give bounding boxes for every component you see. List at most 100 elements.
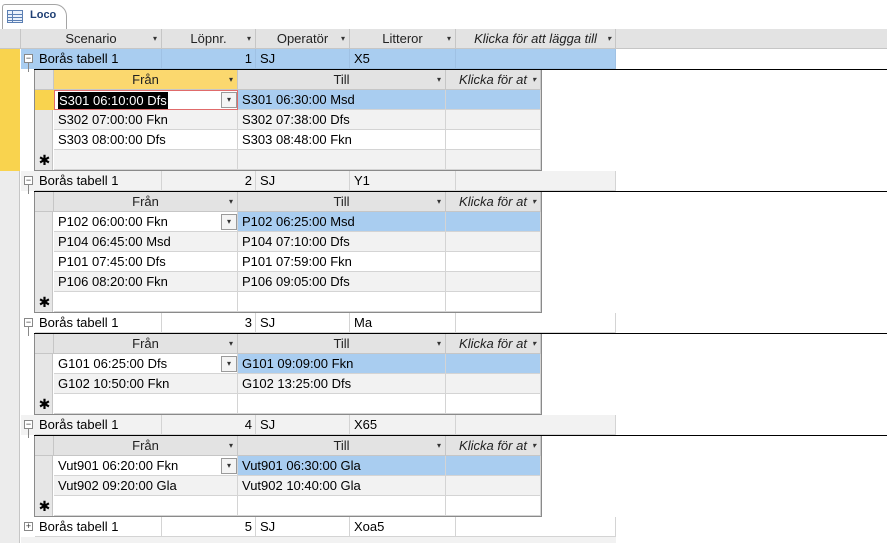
sort-dropdown-icon[interactable]: ▾ [447,29,451,48]
cell-litteror[interactable]: Y1 [350,171,456,191]
sort-dropdown-icon[interactable]: ▾ [437,70,441,89]
table-row[interactable] [21,537,616,543]
cell-operator[interactable]: SJ [256,49,350,69]
cell-lopnr[interactable]: 4 [162,415,256,435]
cell-till[interactable]: G101 09:09:00 Fkn [238,354,446,374]
new-record-icon[interactable]: ✱ [35,150,54,170]
sort-dropdown-icon[interactable]: ▾ [607,29,611,48]
cell-lopnr[interactable]: 1 [162,49,256,69]
column-header-scenario[interactable]: Scenario ▾ [21,29,162,49]
cell-till[interactable]: Vut901 06:30:00 Gla [238,456,446,476]
cell-add-new[interactable] [446,212,541,232]
cell-fran[interactable]: G101 06:25:00 Dfs [54,354,238,374]
cell-till[interactable]: G102 13:25:00 Dfs [238,374,446,394]
sort-dropdown-icon[interactable]: ▾ [532,436,536,455]
cell-add-new[interactable] [456,49,616,69]
cell-till[interactable]: S301 06:30:00 Msd [238,90,446,110]
cell-add-new[interactable] [446,252,541,272]
cell-add-new[interactable] [446,272,541,292]
cell-fran-editing[interactable]: S301 06:10:00 Dfs [54,90,238,110]
combo-dropdown-icon[interactable]: ▾ [221,356,237,372]
cell-add-new[interactable] [456,313,616,333]
collapse-icon[interactable]: − [24,318,33,327]
sub-column-header-fran[interactable]: Från ▾ [54,334,238,354]
new-row-cell[interactable] [54,394,238,414]
cell-add-new[interactable] [446,354,541,374]
sub-select-all-corner[interactable] [35,192,54,212]
cell-fran[interactable]: P101 07:45:00 Dfs [54,252,238,272]
sub-column-header-till[interactable]: Till ▾ [238,436,446,456]
sub-select-all-corner[interactable] [35,70,54,90]
column-header-operator[interactable]: Operatör ▾ [256,29,350,49]
new-row-cell[interactable] [54,292,238,312]
cell-till[interactable]: P102 06:25:00 Msd [238,212,446,232]
cell-fran[interactable]: P106 08:20:00 Fkn [54,272,238,292]
cell-lopnr[interactable]: 5 [162,517,256,537]
cell-operator[interactable]: SJ [256,313,350,333]
cell-fran[interactable]: S303 08:00:00 Dfs [54,130,238,150]
cell-add-new[interactable] [446,232,541,252]
cell-lopnr[interactable]: 2 [162,171,256,191]
sub-column-header-fran[interactable]: Från ▾ [54,192,238,212]
sub-column-header-till[interactable]: Till ▾ [238,70,446,90]
cell-scenario[interactable]: Borås tabell 1 [35,517,162,537]
column-header-litteror[interactable]: Litteror ▾ [350,29,456,49]
sub-column-header-fran[interactable]: Från ▾ [54,436,238,456]
cell-add-new[interactable] [446,476,541,496]
collapse-icon[interactable]: − [24,176,33,185]
cell-scenario[interactable]: Borås tabell 1 [35,49,162,69]
cell-scenario[interactable]: Borås tabell 1 [35,171,162,191]
new-record-icon[interactable]: ✱ [35,394,54,414]
cell-litteror[interactable]: X5 [350,49,456,69]
sort-dropdown-icon[interactable]: ▾ [229,334,233,353]
cell-add-new[interactable] [446,374,541,394]
cell-litteror[interactable]: X65 [350,415,456,435]
sort-dropdown-icon[interactable]: ▾ [532,70,536,89]
new-row-cell[interactable] [54,150,238,170]
new-row-cell[interactable] [238,496,446,516]
cell-add-new[interactable] [446,130,541,150]
sub-column-header-till[interactable]: Till ▾ [238,334,446,354]
cell-till[interactable]: Vut902 10:40:00 Gla [238,476,446,496]
cell-operator[interactable]: SJ [256,171,350,191]
new-record-icon[interactable]: ✱ [35,292,54,312]
sub-column-header-fran[interactable]: Från ▾ [54,70,238,90]
cell-till[interactable]: S302 07:38:00 Dfs [238,110,446,130]
new-row-cell[interactable] [238,150,446,170]
sub-column-header-add-new[interactable]: Klicka för at ▾ [446,436,541,456]
new-row-cell[interactable] [54,496,238,516]
cell-add-new[interactable] [446,110,541,130]
cell-add-new[interactable] [456,517,616,537]
cell-operator[interactable]: SJ [256,415,350,435]
new-record-icon[interactable]: ✱ [35,496,54,516]
sort-dropdown-icon[interactable]: ▾ [437,192,441,211]
cell-fran[interactable]: Vut901 06:20:00 Fkn [54,456,238,476]
cell-add-new[interactable] [456,171,616,191]
cell-fran[interactable]: P104 06:45:00 Msd [54,232,238,252]
sort-dropdown-icon[interactable]: ▾ [229,436,233,455]
collapse-icon[interactable]: − [24,54,33,63]
sort-dropdown-icon[interactable]: ▾ [247,29,251,48]
combo-dropdown-icon[interactable]: ▾ [221,92,237,108]
cell-till[interactable]: S303 08:48:00 Fkn [238,130,446,150]
cell-fran[interactable]: G102 10:50:00 Fkn [54,374,238,394]
cell-scenario[interactable]: Borås tabell 1 [35,415,162,435]
select-all-corner[interactable] [0,29,21,49]
new-row-cell[interactable] [238,292,446,312]
combo-dropdown-icon[interactable]: ▾ [221,458,237,474]
sub-select-all-corner[interactable] [35,436,54,456]
column-header-lopnr[interactable]: Löpnr. ▾ [162,29,256,49]
cell-till[interactable]: P104 07:10:00 Dfs [238,232,446,252]
cell-fran[interactable]: S302 07:00:00 Fkn [54,110,238,130]
cell-add-new[interactable] [446,456,541,476]
cell-till[interactable]: P106 09:05:00 Dfs [238,272,446,292]
sub-column-header-add-new[interactable]: Klicka för at ▾ [446,192,541,212]
cell-litteror[interactable]: Ma [350,313,456,333]
sort-dropdown-icon[interactable]: ▾ [532,334,536,353]
sort-dropdown-icon[interactable]: ▾ [341,29,345,48]
sort-dropdown-icon[interactable]: ▾ [229,192,233,211]
sub-select-all-corner[interactable] [35,334,54,354]
new-row-cell[interactable] [238,394,446,414]
cell-lopnr[interactable]: 3 [162,313,256,333]
expand-icon[interactable]: + [24,522,33,531]
